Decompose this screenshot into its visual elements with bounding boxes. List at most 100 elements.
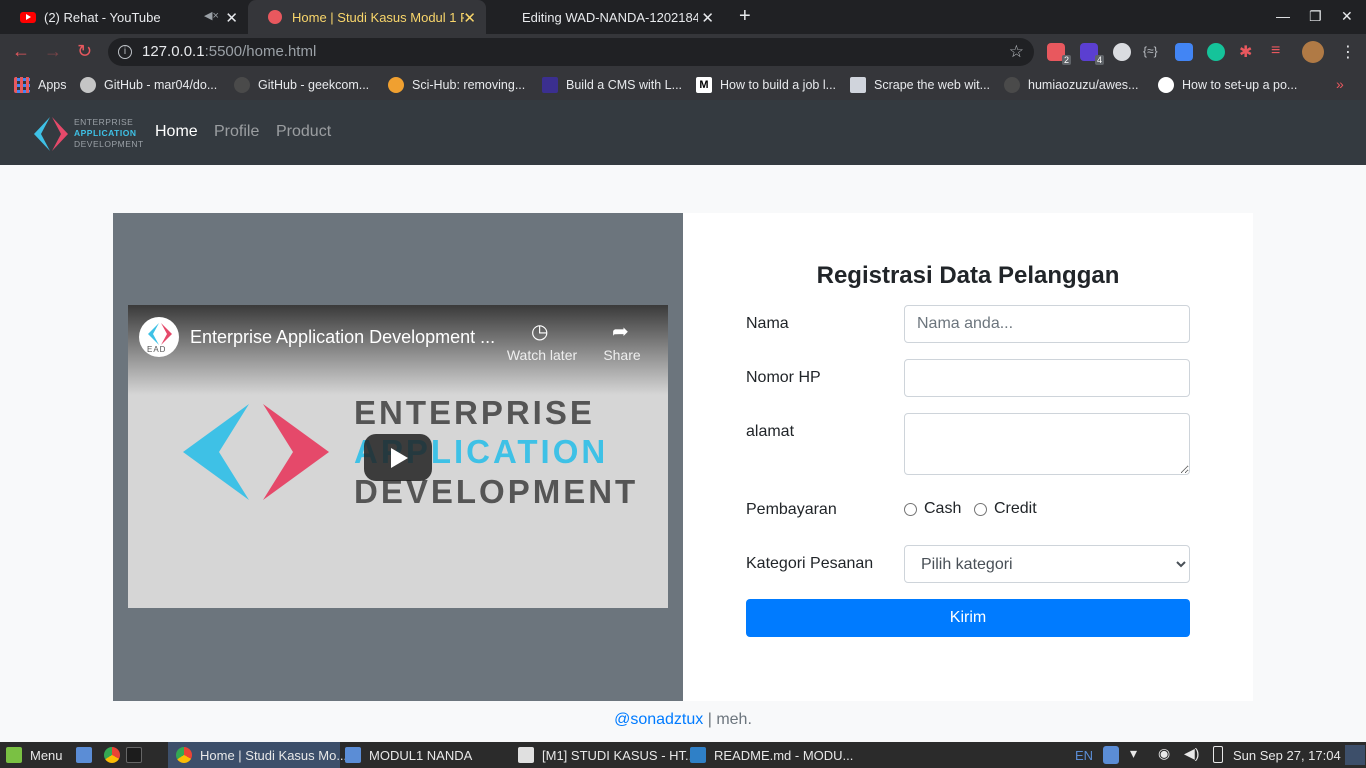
apps-grid-icon (14, 77, 30, 93)
video-header-gradient (128, 305, 668, 395)
file-manager-icon[interactable] (76, 747, 92, 763)
youtube-embed[interactable]: EAD Enterprise Application Development .… (128, 305, 668, 608)
taskbar-window-folder[interactable]: MODUL1 NANDA (345, 742, 472, 768)
payment-cash-option[interactable]: Cash (904, 500, 961, 518)
clock[interactable]: Sun Sep 27, 17:04 (1233, 742, 1341, 768)
footer-handle-link[interactable]: @sonadztux (614, 711, 703, 728)
credit-radio[interactable] (974, 502, 987, 516)
bookmark-label: Scrape the web wit... (874, 78, 991, 92)
clock-icon[interactable]: ◷ (531, 319, 548, 344)
back-icon[interactable]: ← (12, 41, 30, 62)
logo-line3: DEVELOPMENT (74, 139, 144, 149)
logo-line2: APPLICATION (74, 128, 137, 138)
payment-credit-option[interactable]: Credit (974, 500, 1037, 518)
wifi-icon[interactable]: ▾ (1130, 745, 1137, 762)
restore-icon[interactable]: ❐ (1309, 8, 1322, 25)
taskbar-window-document[interactable]: [M1] STUDI KASUS - HT... (518, 742, 696, 768)
bookmark-item[interactable]: How to set-up a po... (1158, 70, 1297, 100)
site-navbar: ENTERPRISE APPLICATION DEVELOPMENT Home … (0, 100, 1366, 165)
bookmark-item[interactable]: humiaozuzu/awes... (1004, 70, 1138, 100)
extension-puzzle-purple-icon[interactable]: 4 (1080, 43, 1104, 65)
grammarly-icon[interactable] (1207, 43, 1225, 61)
start-menu-button[interactable]: Menu (6, 742, 63, 768)
folder-icon (345, 747, 361, 763)
speaker-muted-icon[interactable]: ◀︎× (204, 9, 219, 22)
video-title[interactable]: Enterprise Application Development ... (190, 327, 495, 348)
bookmarks-bar: Apps GitHub - mar04/do... GitHub - geekc… (0, 70, 1366, 100)
google-translate-icon[interactable] (1175, 43, 1193, 61)
close-tab-icon[interactable]: ✕ (225, 9, 238, 27)
cash-radio[interactable] (904, 502, 917, 516)
bookmark-item[interactable]: Scrape the web wit... (850, 70, 990, 100)
bookmark-item[interactable]: Build a CMS with L... (542, 70, 682, 100)
category-select[interactable]: Pilih kategori (904, 545, 1190, 583)
lightbulb-icon[interactable]: ◉ (1158, 745, 1170, 762)
browser-menu-icon[interactable]: ⋮ (1340, 42, 1356, 62)
bookmark-label: GitHub - mar04/do... (104, 78, 218, 92)
cash-label: Cash (924, 500, 962, 517)
share-arrow-icon[interactable]: ➦ (612, 319, 629, 344)
share-label[interactable]: Share (598, 347, 646, 363)
close-window-icon[interactable]: ✕ (1341, 8, 1353, 25)
vscode-icon (690, 747, 706, 763)
phone-input[interactable] (904, 359, 1190, 397)
shield-update-icon[interactable] (1103, 746, 1119, 764)
submit-button[interactable]: Kirim (746, 599, 1190, 637)
bookmark-item[interactable]: Sci-Hub: removing... (388, 70, 525, 100)
bookmark-item[interactable]: GitHub - geekcom... (234, 70, 369, 100)
document-icon (518, 747, 534, 763)
volume-icon[interactable]: ◀︎) (1184, 745, 1199, 762)
video-column: EAD Enterprise Application Development .… (113, 213, 683, 701)
github-icon (234, 77, 250, 93)
bookmark-item[interactable]: M How to build a job l... (696, 70, 836, 100)
battery-icon[interactable] (1213, 746, 1223, 763)
address-textarea[interactable] (904, 413, 1190, 475)
taskbar-window-chrome[interactable]: Home | Studi Kasus Mo... (168, 742, 347, 768)
site-info-icon[interactable]: i (118, 45, 132, 59)
adblock-icon[interactable]: 2 (1047, 43, 1071, 65)
play-button-icon[interactable] (364, 434, 432, 481)
extensions-puzzle-icon[interactable]: ✱ (1239, 42, 1252, 62)
menu-label: Menu (30, 747, 63, 763)
category-label: Kategori Pesanan (746, 555, 874, 572)
tab-youtube[interactable]: (2) Rehat - YouTube ◀︎× ✕ (0, 0, 248, 34)
close-tab-icon[interactable]: ✕ (463, 9, 476, 27)
bookmark-item[interactable]: GitHub - mar04/do... (80, 70, 217, 100)
browser-toolbar: ← → ↻ i 127.0.0.1:5500/home.html ☆ 2 4 {… (0, 34, 1366, 70)
close-tab-icon[interactable]: ✕ (701, 9, 714, 27)
terminal-icon[interactable] (126, 747, 142, 763)
thumbnail-diamond-icon (183, 404, 329, 500)
extension-mascot-icon[interactable] (1113, 43, 1131, 61)
os-taskbar: Menu Home | Studi Kasus Mo... MODUL1 NAN… (0, 742, 1366, 768)
tab-title: (2) Rehat - YouTube (44, 9, 161, 25)
name-input[interactable] (904, 305, 1190, 343)
nav-product-link[interactable]: Product (276, 123, 331, 141)
address-label: alamat (746, 423, 795, 440)
extension-badge: 4 (1094, 55, 1104, 65)
forward-icon[interactable]: → (44, 41, 62, 62)
nav-profile-link[interactable]: Profile (214, 123, 259, 141)
bookmark-star-icon[interactable]: ☆ (1009, 38, 1024, 66)
watch-later-label[interactable]: Watch later (506, 347, 578, 363)
taskbar-window-vscode[interactable]: README.md - MODU... (690, 742, 853, 768)
nav-home-link[interactable]: Home (155, 123, 198, 141)
keyboard-layout-indicator[interactable]: EN (1075, 742, 1093, 768)
channel-avatar[interactable]: EAD (139, 317, 179, 357)
minimize-icon[interactable]: — (1276, 8, 1290, 24)
chrome-launcher-icon[interactable] (104, 747, 120, 763)
tab-editing[interactable]: Editing WAD-NANDA-12021840 ✕ (502, 0, 724, 34)
address-bar[interactable]: i 127.0.0.1:5500/home.html ☆ (108, 38, 1034, 66)
reload-icon[interactable]: ↻ (77, 41, 92, 62)
registration-form: Registrasi Data Pelanggan Nama Nomor HP … (683, 213, 1253, 701)
footer: @sonadztux | meh. (0, 711, 1366, 729)
new-tab-icon[interactable]: + (739, 5, 751, 28)
bookmark-apps[interactable]: Apps (14, 70, 67, 100)
media-queue-icon[interactable]: ≡ (1271, 42, 1280, 60)
site-logo[interactable]: ENTERPRISE APPLICATION DEVELOPMENT (30, 115, 143, 153)
show-desktop-button[interactable] (1345, 745, 1365, 765)
more-bookmarks-icon[interactable]: » (1336, 76, 1344, 92)
json-viewer-icon[interactable]: {≈} (1143, 44, 1158, 58)
tab-home[interactable]: Home | Studi Kasus Modul 1 Pr ✕ (248, 0, 486, 34)
youtube-icon (20, 11, 36, 23)
profile-avatar[interactable] (1302, 41, 1324, 63)
